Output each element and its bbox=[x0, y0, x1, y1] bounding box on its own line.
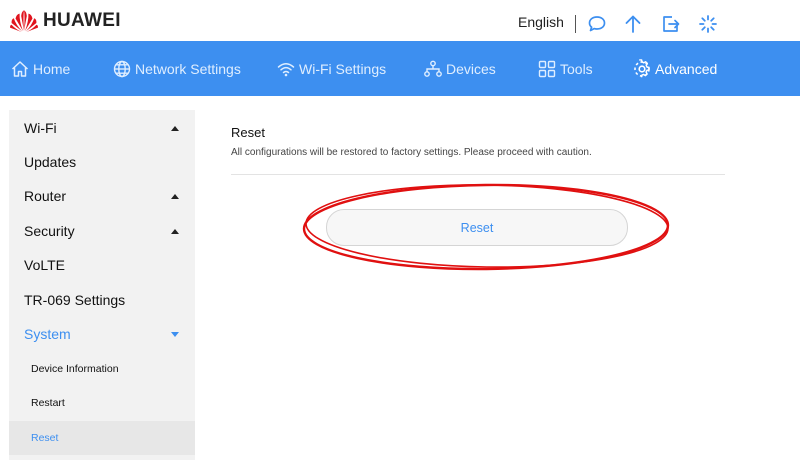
sidebar-item-label: System bbox=[24, 326, 71, 342]
nav-devices[interactable]: Devices bbox=[423, 41, 496, 96]
top-header: HUAWEI English bbox=[0, 0, 800, 41]
logout-icon[interactable] bbox=[661, 14, 681, 34]
sidebar-subitem-label: Reset bbox=[31, 432, 59, 444]
nav-advanced-label: Advanced bbox=[655, 60, 718, 77]
sidebar-subitem-label: Device Information bbox=[31, 363, 119, 375]
nav-network-settings[interactable]: Network Settings bbox=[112, 41, 241, 96]
nav-wifi-settings[interactable]: Wi-Fi Settings bbox=[276, 41, 386, 96]
section-divider bbox=[231, 174, 725, 175]
header-divider bbox=[575, 15, 576, 33]
gear-icon bbox=[634, 58, 650, 77]
caret-up-icon bbox=[171, 229, 179, 234]
nav-tools[interactable]: Tools bbox=[537, 41, 593, 96]
page-description: All configurations will be restored to f… bbox=[231, 147, 592, 158]
chat-icon[interactable] bbox=[587, 14, 607, 34]
sidebar-item-label: VoLTE bbox=[24, 257, 65, 273]
caret-down-icon bbox=[171, 332, 179, 337]
brand-name: HUAWEI bbox=[43, 10, 121, 31]
sidebar-item-label: TR-069 Settings bbox=[24, 292, 126, 308]
nav-advanced[interactable]: Advanced bbox=[632, 41, 717, 96]
page-title: Reset bbox=[231, 125, 265, 140]
nav-network-settings-label: Network Settings bbox=[135, 60, 241, 77]
reset-button[interactable]: Reset bbox=[326, 209, 628, 246]
sidebar-item-router[interactable]: Router bbox=[9, 179, 195, 213]
sidebar-item-wifi[interactable]: Wi-Fi bbox=[9, 111, 195, 145]
main-nav-bar: Home Network Settings Wi-Fi Settings Dev… bbox=[0, 41, 800, 96]
wifi-icon bbox=[277, 62, 295, 76]
nav-home[interactable]: Home bbox=[10, 41, 70, 96]
caret-up-icon bbox=[171, 194, 179, 199]
nav-home-label: Home bbox=[33, 60, 71, 77]
sidebar-item-updates[interactable]: Updates bbox=[9, 145, 195, 179]
sidebar-subitem-label: Restart bbox=[31, 397, 65, 409]
nav-devices-label: Devices bbox=[446, 60, 496, 77]
sidebar: Wi-Fi Updates Router Security VoLTE TR-0… bbox=[9, 110, 195, 460]
nav-wifi-settings-label: Wi-Fi Settings bbox=[299, 60, 387, 77]
loading-spinner-icon bbox=[699, 15, 717, 33]
sidebar-subitem-device-information[interactable]: Device Information bbox=[9, 352, 195, 386]
sidebar-item-label: Router bbox=[24, 188, 67, 204]
language-selector[interactable]: English bbox=[518, 14, 564, 30]
sidebar-item-label: Updates bbox=[24, 154, 77, 170]
sidebar-item-system[interactable]: System bbox=[9, 317, 195, 351]
upload-arrow-icon[interactable] bbox=[623, 14, 643, 34]
tools-grid-icon bbox=[538, 60, 556, 77]
sidebar-item-tr069-settings[interactable]: TR-069 Settings bbox=[9, 283, 195, 317]
globe-icon bbox=[113, 60, 131, 77]
sidebar-subitem-restart[interactable]: Restart bbox=[9, 386, 195, 420]
sidebar-subitem-reset[interactable]: Reset bbox=[9, 421, 195, 455]
huawei-logo: HUAWEI bbox=[9, 9, 121, 33]
sidebar-item-label: Security bbox=[24, 223, 75, 239]
caret-up-icon bbox=[171, 126, 179, 131]
nav-tools-label: Tools bbox=[560, 60, 593, 77]
huawei-flower-icon bbox=[10, 10, 38, 32]
sidebar-item-volte[interactable]: VoLTE bbox=[9, 248, 195, 282]
home-icon bbox=[11, 60, 29, 77]
sidebar-item-security[interactable]: Security bbox=[9, 214, 195, 248]
devices-icon bbox=[424, 60, 442, 77]
sidebar-item-label: Wi-Fi bbox=[24, 120, 57, 136]
